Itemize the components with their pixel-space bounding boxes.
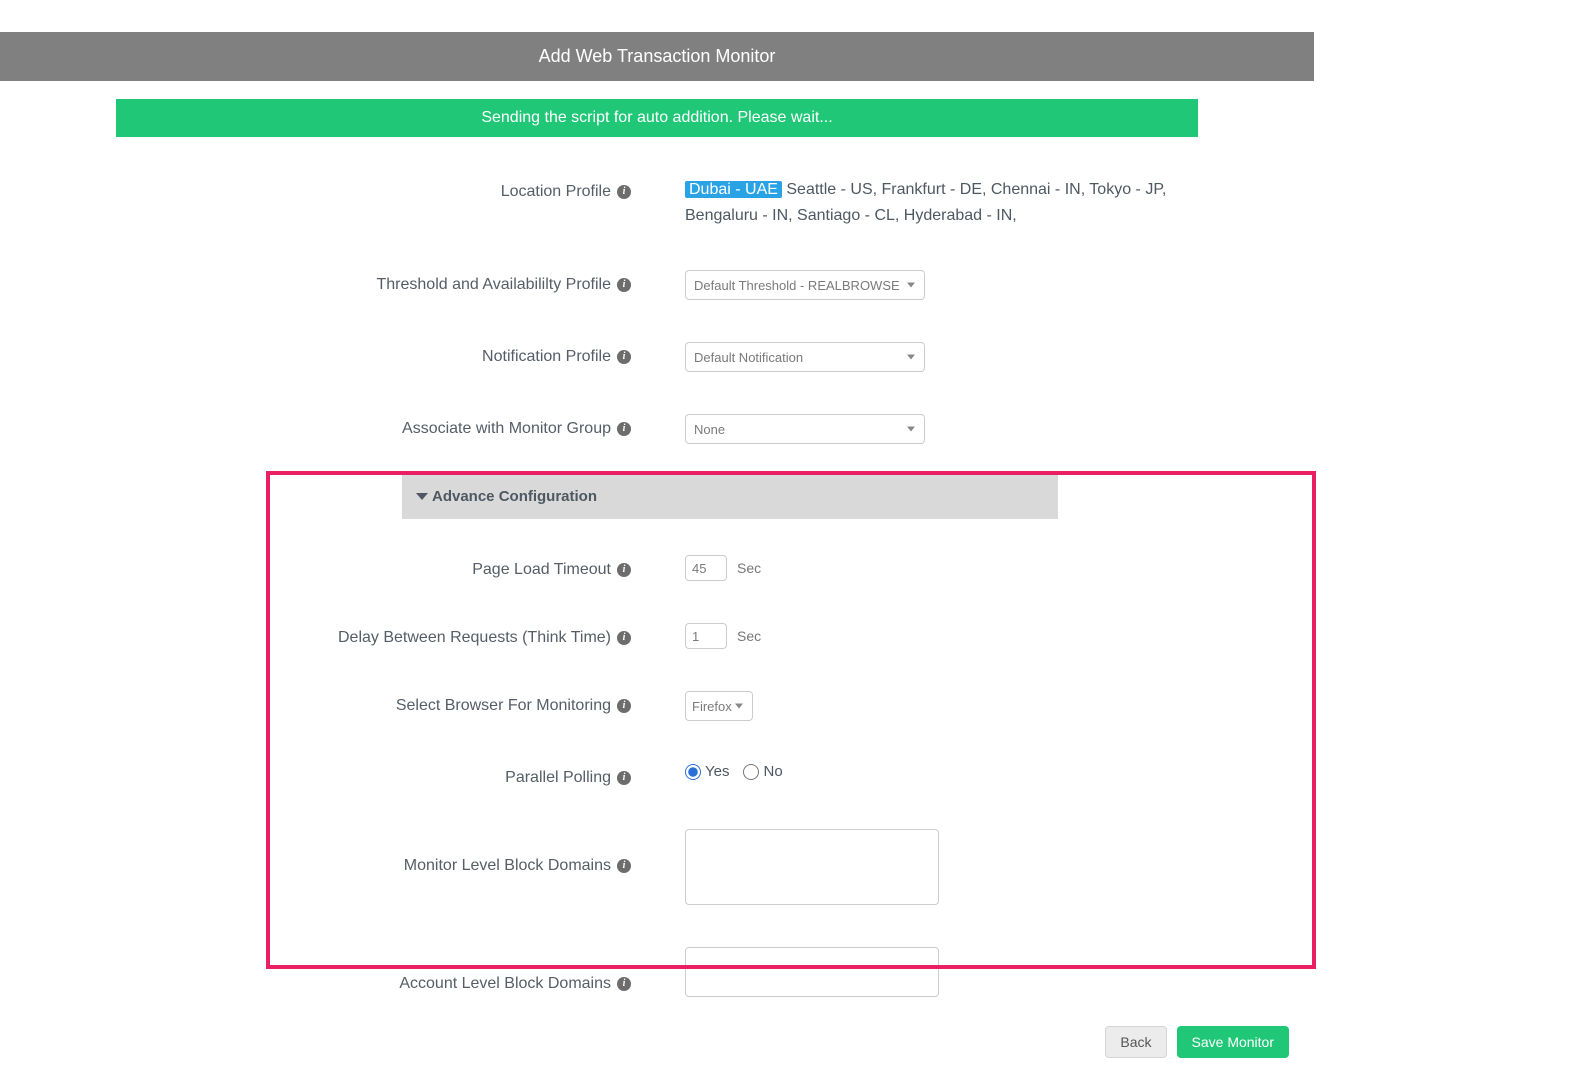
row-monitor-block-domains: Monitor Level Block Domains i <box>116 829 1198 905</box>
value-location-profile: Dubai - UAE Seattle - US, Frankfurt - DE… <box>631 177 1198 228</box>
browser-select[interactable]: Firefox <box>685 691 753 721</box>
value-think-time: Sec <box>631 623 1198 649</box>
label-page-load-timeout: Page Load Timeout i <box>116 555 631 579</box>
page-container: Sending the script for auto addition. Pl… <box>0 99 1314 997</box>
label-location-profile: Location Profile i <box>116 177 631 201</box>
label-text: Threshold and Availabililty Profile <box>377 276 612 294</box>
footer-buttons: Back Save Monitor <box>1105 1026 1289 1058</box>
value-monitor-group: None <box>631 414 1198 444</box>
value-account-block-domains <box>631 947 1198 997</box>
label-text: Page Load Timeout <box>472 561 611 579</box>
radio-no[interactable]: No <box>743 763 782 780</box>
select-wrap: Default Threshold - REALBROWSER <box>685 270 925 300</box>
value-page-load-timeout: Sec <box>631 555 1198 581</box>
radio-yes-label: Yes <box>705 763 729 780</box>
unit-sec: Sec <box>737 560 761 576</box>
row-notification-profile: Notification Profile i Default Notificat… <box>116 342 1198 372</box>
label-monitor-block-domains: Monitor Level Block Domains i <box>116 829 631 875</box>
row-page-load-timeout: Page Load Timeout i Sec <box>116 555 1198 581</box>
label-text: Select Browser For Monitoring <box>396 697 611 715</box>
location-primary[interactable]: Dubai - UAE <box>685 181 782 198</box>
label-notification-profile: Notification Profile i <box>116 342 631 366</box>
radio-yes-input[interactable] <box>685 764 701 780</box>
status-banner-text: Sending the script for auto addition. Pl… <box>481 109 832 126</box>
account-block-domains-input[interactable] <box>685 947 939 997</box>
status-banner: Sending the script for auto addition. Pl… <box>116 99 1198 137</box>
form-area: Location Profile i Dubai - UAE Seattle -… <box>116 137 1198 997</box>
label-browser: Select Browser For Monitoring i <box>116 691 631 715</box>
value-monitor-block-domains <box>631 829 1198 905</box>
info-icon[interactable]: i <box>617 422 631 436</box>
label-text: Location Profile <box>501 183 611 201</box>
info-icon[interactable]: i <box>617 631 631 645</box>
label-text: Parallel Polling <box>505 769 611 787</box>
value-notification-profile: Default Notification <box>631 342 1198 372</box>
info-icon[interactable]: i <box>617 350 631 364</box>
info-icon[interactable]: i <box>617 859 631 873</box>
page-title: Add Web Transaction Monitor <box>539 46 776 66</box>
row-location-profile: Location Profile i Dubai - UAE Seattle -… <box>116 177 1198 228</box>
info-icon[interactable]: i <box>617 699 631 713</box>
label-text: Notification Profile <box>482 348 611 366</box>
row-threshold-profile: Threshold and Availabililty Profile i De… <box>116 270 1198 300</box>
row-account-block-domains: Account Level Block Domains i <box>116 947 1198 997</box>
info-icon[interactable]: i <box>617 278 631 292</box>
parallel-polling-radio-group: Yes No <box>685 763 783 780</box>
label-account-block-domains: Account Level Block Domains i <box>116 947 631 993</box>
notification-profile-select[interactable]: Default Notification <box>685 342 925 372</box>
select-wrap: Default Notification <box>685 342 925 372</box>
value-browser: Firefox <box>631 691 1198 721</box>
label-threshold-profile: Threshold and Availabililty Profile i <box>116 270 631 294</box>
radio-no-label: No <box>763 763 782 780</box>
back-button[interactable]: Back <box>1105 1026 1166 1058</box>
advance-config-title: Advance Configuration <box>432 488 597 505</box>
monitor-block-domains-input[interactable] <box>685 829 939 905</box>
info-icon[interactable]: i <box>617 563 631 577</box>
label-text: Account Level Block Domains <box>399 975 611 993</box>
threshold-profile-select[interactable]: Default Threshold - REALBROWSER <box>685 270 925 300</box>
info-icon[interactable]: i <box>617 977 631 991</box>
value-threshold-profile: Default Threshold - REALBROWSER <box>631 270 1198 300</box>
page-header: Add Web Transaction Monitor <box>0 32 1314 81</box>
monitor-group-select[interactable]: None <box>685 414 925 444</box>
label-text: Associate with Monitor Group <box>402 420 611 438</box>
save-monitor-button[interactable]: Save Monitor <box>1177 1026 1289 1058</box>
value-parallel-polling: Yes No <box>631 763 1198 780</box>
select-wrap: None <box>685 414 925 444</box>
info-icon[interactable]: i <box>617 771 631 785</box>
row-browser: Select Browser For Monitoring i Firefox <box>116 691 1198 721</box>
row-parallel-polling: Parallel Polling i Yes No <box>116 763 1198 787</box>
advance-config-header[interactable]: Advance Configuration <box>402 474 1058 519</box>
radio-yes[interactable]: Yes <box>685 763 729 780</box>
label-parallel-polling: Parallel Polling i <box>116 763 631 787</box>
page-load-timeout-input[interactable] <box>685 555 727 581</box>
unit-sec: Sec <box>737 628 761 644</box>
label-monitor-group: Associate with Monitor Group i <box>116 414 631 438</box>
location-list: Dubai - UAE Seattle - US, Frankfurt - DE… <box>685 177 1198 228</box>
radio-no-input[interactable] <box>743 764 759 780</box>
think-time-input[interactable] <box>685 623 727 649</box>
label-think-time: Delay Between Requests (Think Time) i <box>116 623 631 647</box>
info-icon[interactable]: i <box>617 185 631 199</box>
label-text: Monitor Level Block Domains <box>404 857 611 875</box>
label-text: Delay Between Requests (Think Time) <box>338 629 611 647</box>
select-wrap: Firefox <box>685 691 753 721</box>
row-monitor-group: Associate with Monitor Group i None <box>116 414 1198 444</box>
row-think-time: Delay Between Requests (Think Time) i Se… <box>116 623 1198 649</box>
chevron-down-icon <box>416 493 428 500</box>
